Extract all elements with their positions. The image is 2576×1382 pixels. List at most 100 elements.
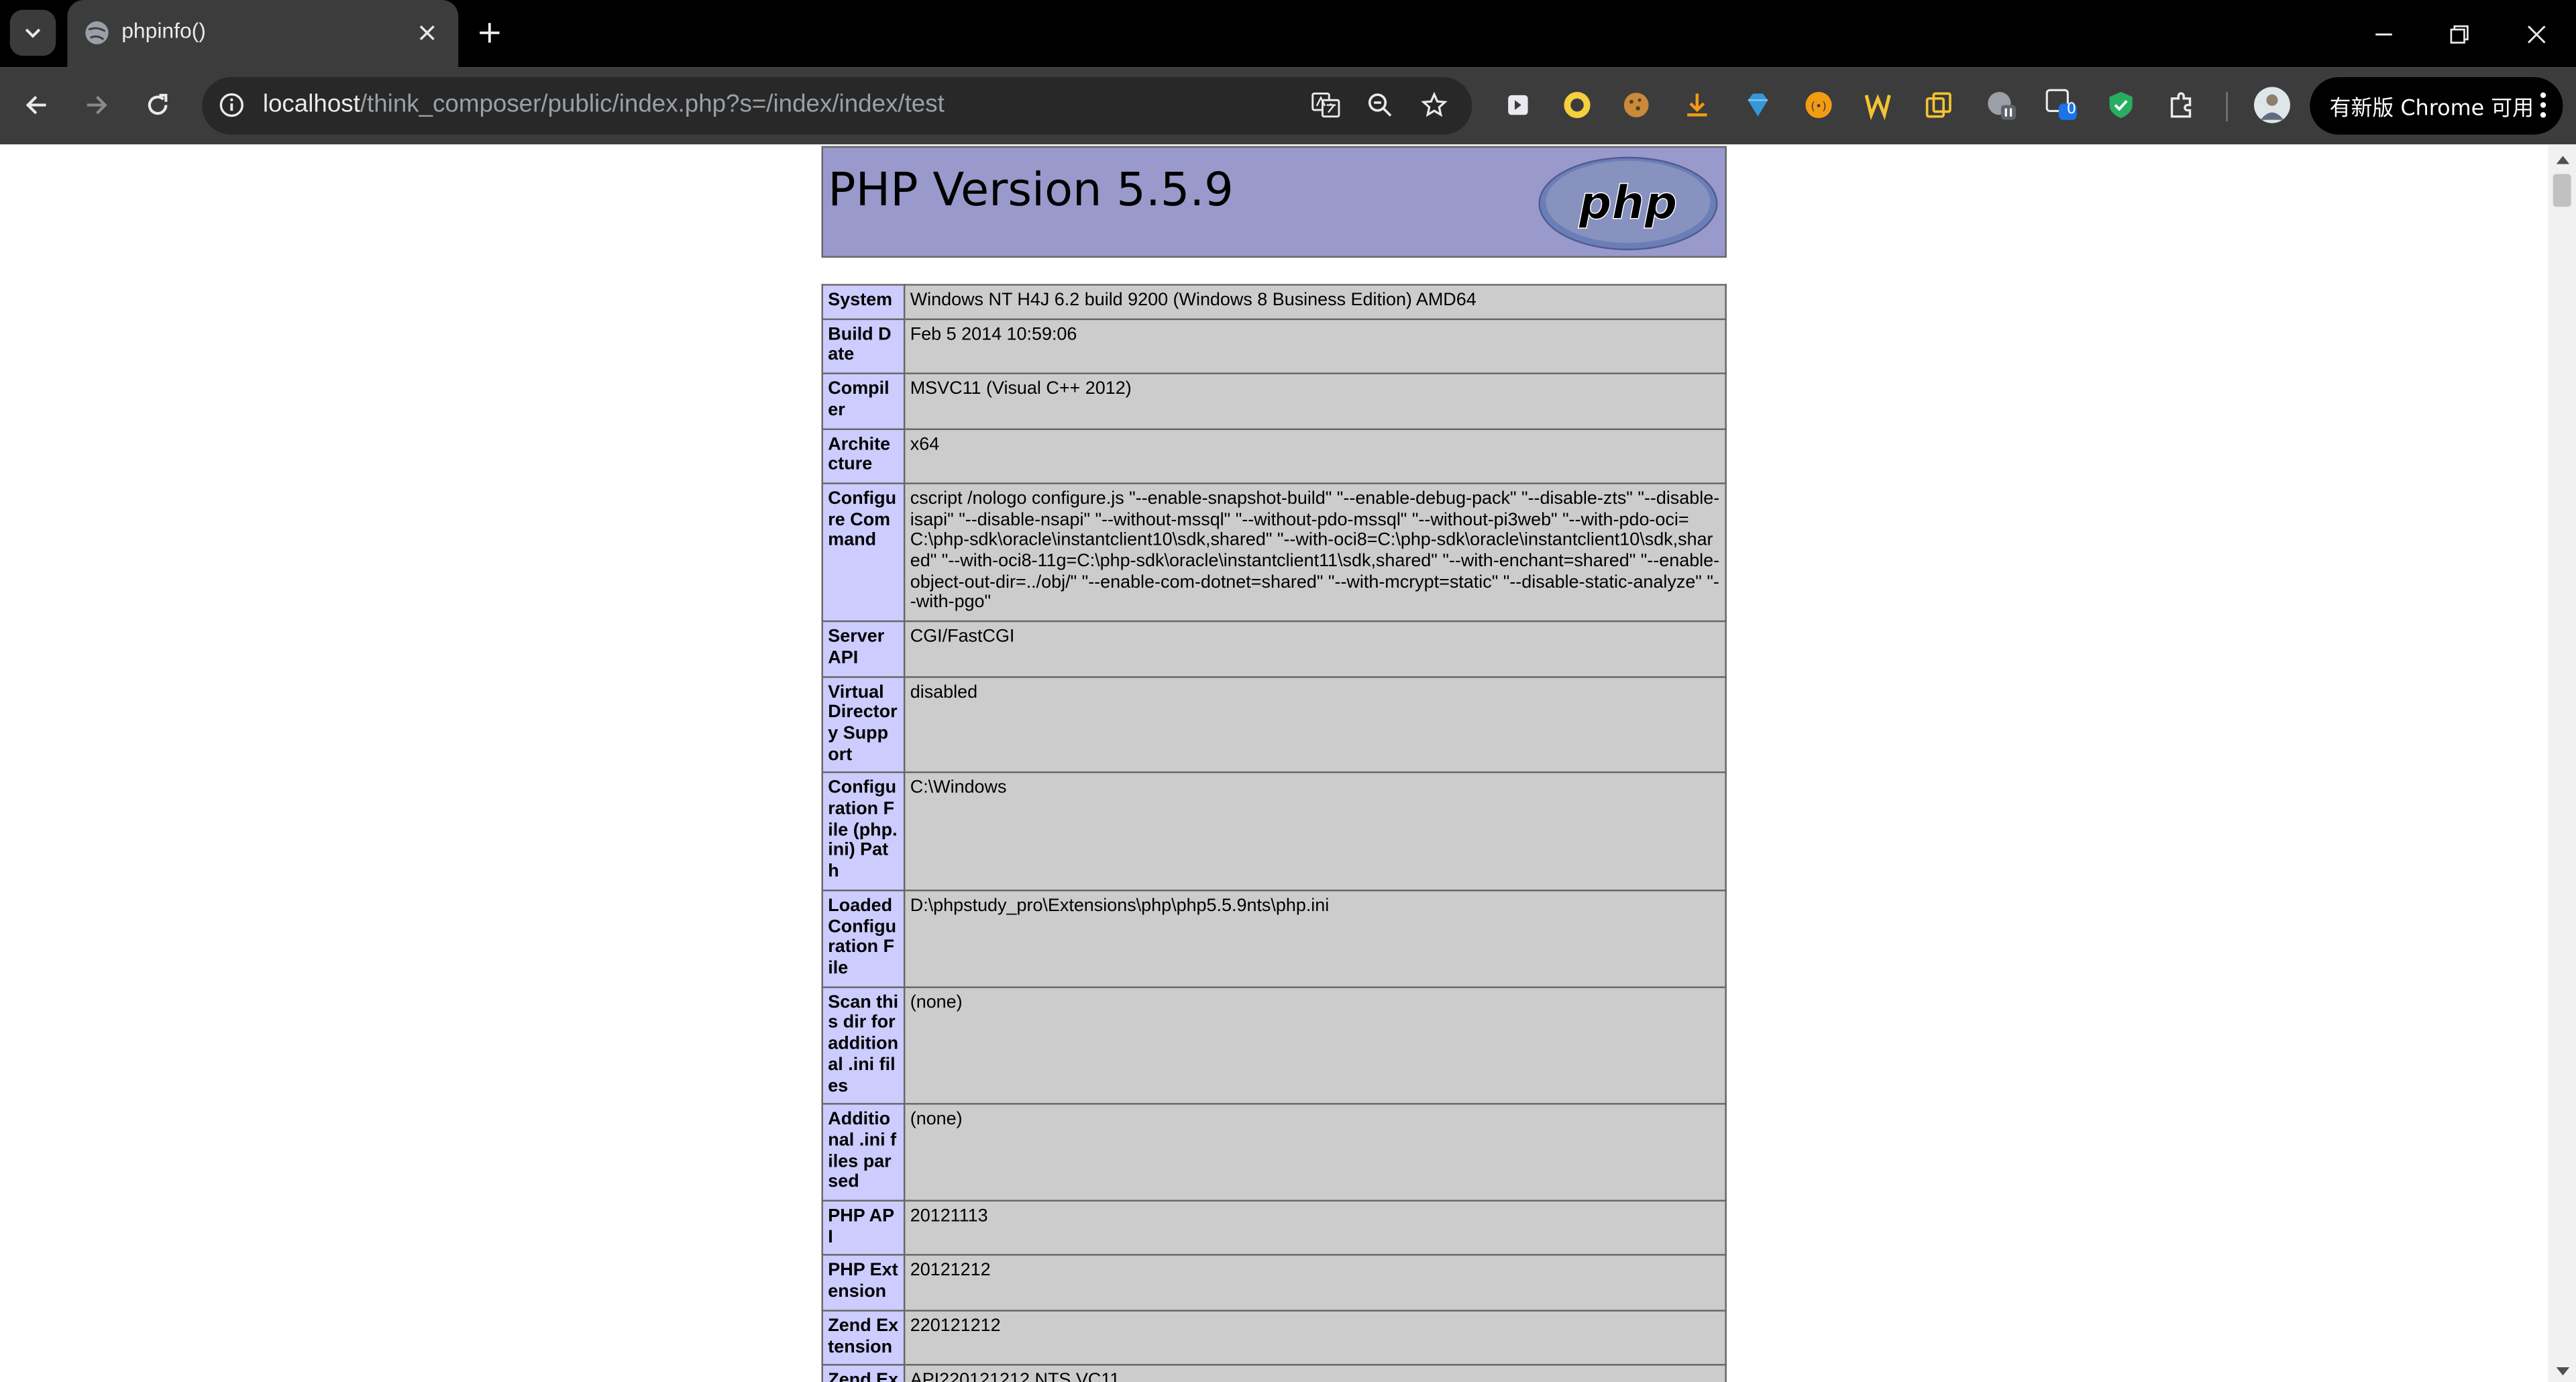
row-value: (none) [903,1103,1727,1202]
extension-badge-icon[interactable]: 0 [2045,89,2078,121]
table-row: System Windows NT H4J 6.2 build 9200 (Win… [821,284,1727,320]
row-key: System [821,284,906,320]
site-info-button[interactable] [217,91,246,120]
row-value: Windows NT H4J 6.2 build 9200 (Windows 8… [903,284,1727,320]
phpinfo-table: System Windows NT H4J 6.2 build 9200 (Win… [821,284,1727,1382]
phpinfo-content: PHP Version 5.5.9 php System Windows NT H… [821,146,1727,1382]
row-value: x64 [903,427,1727,484]
row-value: Feb 5 2014 10:59:06 [903,317,1727,375]
row-value: 20121212 [903,1255,1727,1312]
minimize-button[interactable] [2346,0,2422,67]
row-value: 220121212 [903,1309,1727,1367]
extension-cookie-icon[interactable] [1620,89,1653,121]
row-value: disabled [903,675,1727,774]
scroll-down-arrow[interactable] [2555,1364,2569,1379]
table-row: Additional .ini files parsed (none) [821,1103,1727,1202]
new-tab-button[interactable] [473,16,506,49]
row-key: Additional .ini files parsed [821,1103,906,1202]
row-value: cscript /nologo configure.js "--enable-s… [903,482,1727,623]
scroll-up-arrow[interactable] [2555,151,2569,166]
profile-avatar[interactable] [2254,87,2290,123]
php-version-header: PHP Version 5.5.9 php [821,146,1727,258]
extensions-button[interactable] [2165,89,2198,121]
table-row: Configuration File (php.ini) Path C:\Wind… [821,772,1727,892]
row-value: CGI/FastCGI [903,621,1727,678]
php-logo-text: php [1578,176,1677,229]
tab-active[interactable]: phpinfo() [67,0,459,68]
close-icon [419,25,435,40]
table-row: PHP Extension 20121212 [821,1255,1727,1312]
row-key: Compiler [821,372,906,429]
extension-download-icon[interactable] [1680,89,1713,121]
extension-bookmark-icon[interactable] [1501,89,1534,121]
url-path: /think_composer/public/index.php?s=/inde… [360,90,945,119]
url-text[interactable]: localhost/think_composer/public/index.ph… [263,91,945,119]
close-window-button[interactable] [2499,0,2575,67]
scrollbar-thumb[interactable] [2553,174,2571,207]
close-tab-button[interactable] [413,18,442,48]
table-row: Zend Extension 220121212 [821,1309,1727,1367]
plus-icon [480,23,500,43]
toolbar-separator [2226,92,2228,122]
close-icon [2527,24,2546,43]
translate-button[interactable] [1311,91,1340,120]
forward-button[interactable] [76,84,119,127]
extension-copy-icon[interactable] [1922,89,1955,121]
svg-text:(•): (•) [1811,100,1826,113]
row-key: Server API [821,621,906,678]
table-row: Compiler MSVC11 (Visual C++ 2012) [821,372,1727,429]
extension-orange-icon[interactable]: (•) [1803,89,1835,121]
browser-toolbar: localhost/think_composer/public/index.ph… [0,67,2576,145]
extension-shield-icon[interactable] [2104,89,2137,121]
chrome-update-button[interactable]: 有新版 Chrome 可用 [2310,76,2563,135]
restore-button[interactable] [2422,0,2498,67]
row-key: Loaded Configuration File [821,889,906,988]
row-value: (none) [903,986,1727,1106]
zoom-button[interactable] [1365,91,1395,120]
extension-badge-count: 0 [2066,101,2076,119]
info-icon [219,93,244,117]
tab-strip: phpinfo() [0,0,2576,68]
row-key: Zend Extension [821,1309,906,1367]
table-row: Scan this dir for additional .ini files(… [821,986,1727,1106]
table-row: Configure Command cscript /nologo configu… [821,482,1727,623]
php-logo[interactable]: php [1538,156,1718,251]
address-bar[interactable]: localhost/think_composer/public/index.ph… [202,76,1472,135]
minimize-icon [2375,32,2392,35]
puzzle-icon [2170,92,2192,118]
table-row: Build Date Feb 5 2014 10:59:06 [821,317,1727,375]
extension-w-icon[interactable] [1862,89,1894,121]
row-key: Scan this dir for additional .ini files [821,986,906,1106]
vertical-scrollbar[interactable] [2548,144,2576,1382]
extension-diamond-icon[interactable] [1741,89,1774,121]
tab-search-button[interactable] [9,9,56,56]
extension-paused-icon[interactable] [1984,89,2017,121]
more-vertical-icon [2540,92,2546,118]
reload-button[interactable] [136,84,179,127]
url-host: localhost [262,90,360,119]
table-row: Zend Extension BuildAPI220121212,NTS,VC1… [821,1364,1727,1382]
row-key: PHP Extension [821,1255,906,1312]
row-value: 20121113 [903,1200,1727,1257]
row-value: C:\Windows [903,772,1727,892]
chevron-down-icon [25,28,41,38]
row-key: Virtual Directory Support [821,675,906,774]
arrow-right-icon [87,95,107,115]
row-key: Zend Extension Build [821,1364,906,1382]
row-key: PHP API [821,1200,906,1257]
bookmark-button[interactable] [1419,91,1449,120]
translate-icon [1311,92,1340,118]
row-value: API220121212,NTS,VC11 [903,1364,1727,1382]
reload-icon [148,93,168,115]
zoom-icon [1368,93,1392,117]
tab-title: phpinfo() [121,17,206,43]
table-row: Server API CGI/FastCGI [821,621,1727,678]
extension-circle-icon[interactable] [1561,89,1594,121]
update-button-label: 有新版 Chrome 可用 [2329,97,2534,122]
row-key: Architecture [821,427,906,484]
table-row: PHP API 20121113 [821,1200,1727,1257]
row-key: Build Date [821,317,906,375]
back-button[interactable] [15,84,58,127]
row-key: Configuration File (php.ini) Path [821,772,906,892]
row-key: Configure Command [821,482,906,623]
